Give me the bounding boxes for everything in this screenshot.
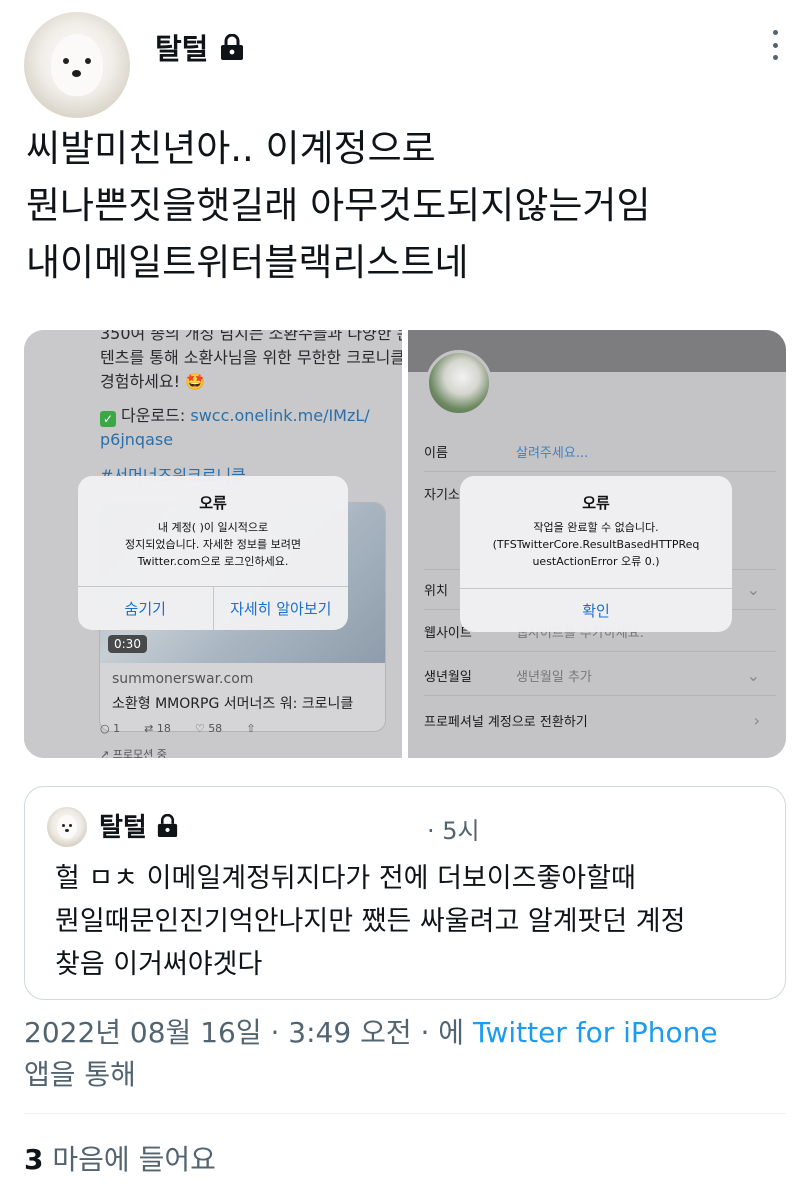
media-image-right[interactable]: 이름 살려주세요... 자기소 위치 ⌄ 웹사이트 웹사이트를 추가하세요. 생…: [408, 330, 786, 758]
name-row: 이름 살려주세요...: [424, 432, 776, 472]
quoted-display-name: 탈털: [99, 813, 147, 843]
quoted-name-row: 탈털: [99, 807, 178, 844]
author-name-row: 탈털: [155, 26, 244, 68]
tweet-meta: 2022년 08월 16일 · 3:49 오전 · 에 Twitter for …: [24, 1012, 784, 1096]
hide-button: 숨기기: [124, 600, 166, 618]
alert-title: 오류: [582, 494, 610, 512]
source-suffix: 앱을 통해: [24, 1058, 136, 1091]
tweet-header: 탈털: [24, 12, 786, 118]
chevron-down-icon: ⌄: [746, 580, 760, 599]
alert-message: 내 계정( )이 일시적으로 정지되었습니다. 자세한 정보를 보려면 Twit…: [125, 521, 301, 568]
quoted-timestamp: · 5시: [427, 817, 480, 845]
birthday-row: 생년월일 생년월일 추가 ⌄: [424, 656, 776, 696]
dog-eye: [85, 58, 91, 64]
video-duration: 0:30: [108, 635, 147, 653]
likes-count: 3: [24, 1143, 44, 1176]
share-icon: ⇧: [246, 722, 256, 735]
promoted-label: ↗ 프로모션 중: [100, 748, 167, 758]
download-label: 다운로드:: [121, 406, 186, 425]
quoted-author-avatar: [47, 807, 87, 847]
suspended-alert: 오류 내 계정( )이 일시적으로 정지되었습니다. 자세한 정보를 보려면 T…: [78, 476, 348, 630]
check-icon: ✓: [100, 411, 116, 427]
name-value: 살려주세요...: [516, 446, 589, 461]
birthday-label: 생년월일: [424, 670, 472, 685]
divider: [24, 1113, 786, 1114]
tweet-date[interactable]: 2022년 08월 16일 · 3:49 오전 · 에: [24, 1016, 473, 1049]
like-count: ♡ 58: [194, 722, 223, 735]
ok-button: 확인: [582, 602, 610, 620]
more-vertical-icon[interactable]: [770, 30, 780, 60]
birthday-value: 생년월일 추가: [516, 670, 592, 685]
lock-icon: [220, 33, 244, 61]
tweet-text: 씨발미친년아.. 이계정으로 뭔나쁜짓을햇길래 아무것도되지않는거임 내이메일트…: [26, 127, 651, 284]
media-image-left[interactable]: 350여 종의 개성 넘치는 소환수들과 다양한 콘 텐츠를 통해 소환사님을 …: [24, 330, 402, 758]
pro-row: 프로페셔널 계정으로 전환하기 ›: [424, 700, 776, 740]
bio-label: 자기소: [424, 488, 460, 503]
dog-eye: [63, 58, 69, 64]
download-line: ✓ 다운로드: swcc.onelink.me/IMzL/: [100, 404, 370, 428]
source-link[interactable]: Twitter for iPhone: [473, 1016, 718, 1049]
chevron-down-icon: ⌄: [746, 666, 760, 685]
lock-icon: [157, 813, 178, 838]
alert-title: 오류: [199, 494, 227, 512]
download-link: swcc.onelink.me/IMzL/: [190, 406, 370, 425]
card-domain: summonerswar.com: [112, 671, 254, 687]
learn-more-button: 자세히 알아보기: [212, 587, 349, 630]
profile-avatar: [426, 350, 492, 416]
author-display-name[interactable]: 탈털: [155, 26, 208, 68]
embedded-actions: ○ 1 ⇄ 18 ♡ 58 ⇧: [100, 722, 350, 735]
promo-line: 텐츠를 통해 소환사님을 위한 무한한 크로니클을: [100, 348, 402, 367]
author-avatar[interactable]: [24, 12, 130, 118]
promo-line: 350여 종의 개성 넘치는 소환수들과 다양한 콘: [100, 330, 402, 343]
name-label: 이름: [424, 446, 448, 461]
download-link-cont: p6jnqase: [100, 430, 174, 449]
chevron-right-icon: ›: [753, 710, 760, 730]
alert-buttons: 확인: [460, 588, 732, 632]
promo-line: 경험하세요! 🤩: [100, 372, 206, 391]
error-alert: 오류 작업을 완료할 수 없습니다. (TFSTwitterCore.Resul…: [460, 476, 732, 632]
tweet-media[interactable]: 350여 종의 개성 넘치는 소환수들과 다양한 콘 텐츠를 통해 소환사님을 …: [24, 330, 786, 758]
quoted-text: 헐 ㅁㅊ 이메일계정뒤지다가 전에 더보이즈좋아할때 뭔일때문인진기억안나지만 …: [55, 863, 686, 980]
alert-message: 작업을 완료할 수 없습니다. (TFSTwitterCore.ResultBa…: [492, 521, 700, 568]
reply-count: ○ 1: [100, 722, 121, 735]
likes-summary[interactable]: 3 마음에 들어요: [24, 1138, 216, 1178]
card-title: 소환형 MMORPG 서머너즈 워: 크로니클: [112, 696, 354, 712]
pro-label: 프로페셔널 계정으로 전환하기: [424, 714, 588, 730]
dog-nose: [72, 70, 81, 77]
likes-label: 마음에 들어요: [43, 1143, 216, 1176]
alert-buttons: 숨기기 자세히 알아보기: [78, 586, 348, 630]
quoted-tweet[interactable]: 탈털 · 5시 헐 ㅁㅊ 이메일계정뒤지다가 전에 더보이즈좋아할때 뭔일때문인…: [24, 786, 786, 1000]
location-label: 위치: [424, 584, 448, 599]
dog-face: [51, 34, 103, 96]
retweet-count: ⇄ 18: [144, 722, 171, 735]
